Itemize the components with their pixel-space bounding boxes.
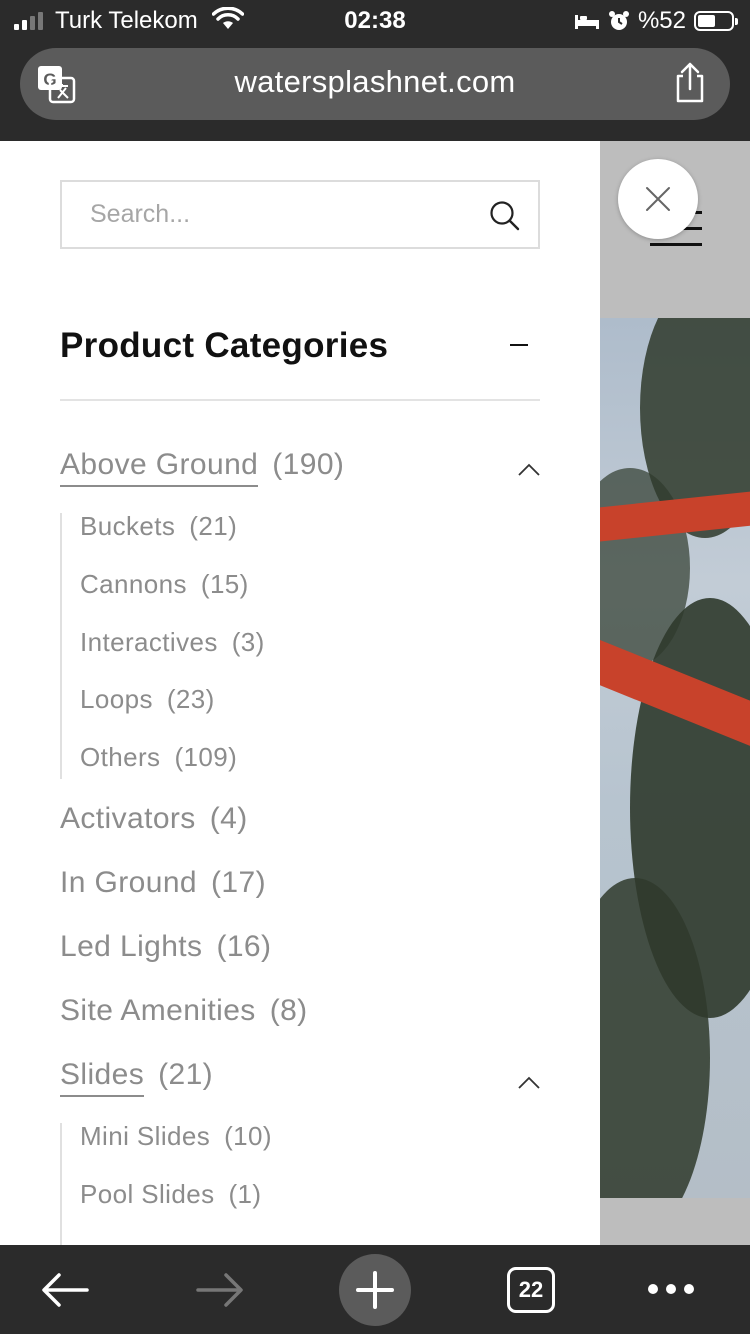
category-count: (17) <box>211 866 266 899</box>
more-button[interactable] <box>640 1245 702 1334</box>
battery-level <box>698 15 715 27</box>
new-tab-button[interactable] <box>339 1245 411 1334</box>
collapse-categories-icon[interactable] <box>508 333 532 357</box>
subcategory-pool-slides[interactable]: Pool Slides (1) <box>80 1179 261 1210</box>
plus-icon <box>356 1270 394 1309</box>
subcategory-guide-line <box>60 513 62 779</box>
chevron-up-icon[interactable] <box>517 1076 541 1090</box>
category-count: (21) <box>158 1058 214 1091</box>
subcategory-count: (109) <box>174 742 238 772</box>
browser-toolbar: 22 <box>0 1245 750 1334</box>
close-icon <box>646 187 670 211</box>
category-count: (190) <box>272 448 345 481</box>
category-in-ground[interactable]: In Ground (17) <box>60 866 266 900</box>
product-categories-title: Product Categories <box>60 326 389 365</box>
subcategory-label[interactable]: Mini Slides <box>80 1121 210 1151</box>
subcategory-mini-slides[interactable]: Mini Slides (10) <box>80 1121 272 1152</box>
category-site-amenities[interactable]: Site Amenities (8) <box>60 994 308 1028</box>
back-arrow-icon <box>42 1272 89 1307</box>
status-bar: Turk Telekom 02:38 %52 <box>0 0 750 42</box>
category-label[interactable]: Led Lights <box>60 930 202 963</box>
category-count: (4) <box>209 802 248 835</box>
category-above-ground[interactable]: Above Ground (190) <box>60 448 345 487</box>
subcategory-count: (23) <box>166 684 215 714</box>
more-icon <box>644 1281 698 1299</box>
category-activators[interactable]: Activators (4) <box>60 802 248 836</box>
battery-percentage: %52 <box>637 7 686 34</box>
search-input[interactable] <box>90 182 470 247</box>
search-icon[interactable] <box>488 199 520 231</box>
web-page: Product Categories Above Ground (190) Buc… <box>0 141 750 1245</box>
subcategory-cannons[interactable]: Cannons (15) <box>80 569 249 600</box>
subcategory-label[interactable]: Others <box>80 742 160 772</box>
subcategory-interactives[interactable]: Interactives (3) <box>80 627 265 658</box>
category-label[interactable]: In Ground <box>60 866 197 899</box>
battery-icon <box>694 11 738 31</box>
subcategory-count: (21) <box>189 511 238 541</box>
wifi-icon <box>212 7 244 29</box>
subcategory-label[interactable]: Loops <box>80 684 153 714</box>
alarm-icon <box>608 11 629 30</box>
subcategory-label[interactable]: Interactives <box>80 627 218 657</box>
forward-button[interactable] <box>185 1245 255 1334</box>
close-drawer-button[interactable] <box>618 159 698 239</box>
subcategory-count: (3) <box>231 627 265 657</box>
address-bar[interactable]: G watersplashnet.com <box>20 48 730 120</box>
tabs-icon: 22 <box>507 1266 555 1313</box>
category-label[interactable]: Site Amenities <box>60 994 256 1027</box>
subcategory-count: (10) <box>224 1121 272 1151</box>
subcategory-label[interactable]: Buckets <box>80 511 175 541</box>
subcategory-label[interactable]: Pool Slides <box>80 1179 214 1209</box>
subcategory-count: (1) <box>228 1179 262 1209</box>
bed-icon <box>574 15 599 29</box>
category-label[interactable]: Activators <box>60 802 196 835</box>
category-slides[interactable]: Slides (21) <box>60 1058 214 1097</box>
category-label[interactable]: Above Ground <box>60 448 259 487</box>
category-label[interactable]: Slides <box>60 1058 145 1097</box>
subcategory-count: (15) <box>200 569 249 599</box>
category-count: (8) <box>269 994 308 1027</box>
subcategory-others[interactable]: Others (109) <box>80 742 237 773</box>
search-box[interactable] <box>60 180 540 249</box>
cellular-signal-icon <box>14 12 43 30</box>
chevron-up-icon[interactable] <box>517 463 541 477</box>
subcategory-label[interactable]: Cannons <box>80 569 187 599</box>
category-count: (16) <box>216 930 272 963</box>
url-text[interactable]: watersplashnet.com <box>20 64 730 100</box>
subcategory-loops[interactable]: Loops (23) <box>80 684 215 715</box>
subcategory-buckets[interactable]: Buckets (21) <box>80 511 237 542</box>
tabs-button[interactable]: 22 <box>505 1245 557 1334</box>
back-button[interactable] <box>30 1245 100 1334</box>
share-icon[interactable] <box>672 62 708 104</box>
divider <box>60 399 540 401</box>
new-tab-circle <box>339 1253 411 1326</box>
carrier-name: Turk Telekom <box>55 7 198 34</box>
forward-arrow-icon <box>196 1272 243 1307</box>
hero-photo <box>600 318 750 1198</box>
category-led-lights[interactable]: Led Lights (16) <box>60 930 271 964</box>
side-drawer: Product Categories Above Ground (190) Buc… <box>0 141 600 1245</box>
subcategory-guide-line <box>60 1123 62 1245</box>
